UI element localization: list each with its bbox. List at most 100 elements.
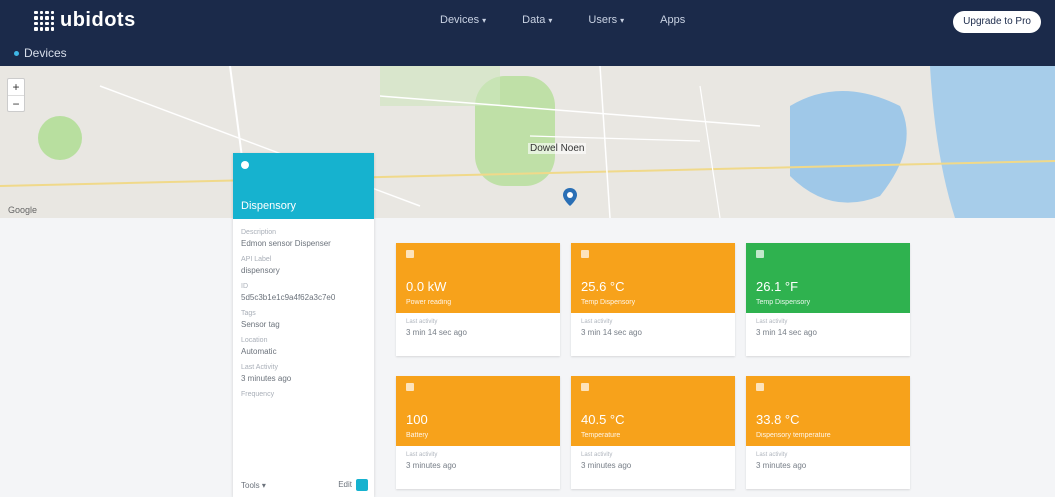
variable-value: 40.5 °C <box>581 412 625 427</box>
tools-dropdown[interactable]: Tools ▾ <box>241 481 266 490</box>
variable-icon <box>756 383 764 391</box>
variable-card[interactable]: 0.0 kW Power reading Last activity 3 min 14… <box>396 243 560 356</box>
variable-name: Temperature <box>581 432 621 439</box>
prop-value: Edmon sensor Dispenser <box>241 239 331 248</box>
map-place-label: Dowel Noen <box>528 143 587 154</box>
prop-last-activity: Last Activity 3 minutes ago <box>241 364 366 383</box>
prop-value: 3 minutes ago <box>241 374 292 383</box>
variable-card[interactable]: 33.8 °C Dispensory temperature Last activi… <box>746 376 910 489</box>
variable-card-header: 40.5 °C Temperature <box>571 376 735 446</box>
upgrade-button[interactable]: Upgrade to Pro <box>953 11 1041 33</box>
variable-icon <box>406 250 414 258</box>
variable-value: 100 <box>406 412 428 427</box>
breadcrumb-label: Devices <box>24 46 67 60</box>
last-activity-value: 3 minutes ago <box>756 461 807 470</box>
device-name: Dispensory <box>241 200 297 212</box>
device-footer: Tools ▾ Edit <box>241 479 368 491</box>
edit-control[interactable]: Edit <box>338 479 368 491</box>
zoom-out-button[interactable]: − <box>8 95 24 111</box>
device-info-card: Dispensory Description Edmon sensor Dispe… <box>233 153 374 497</box>
nav-label: Data <box>522 14 546 26</box>
zoom-in-button[interactable]: + <box>8 79 24 95</box>
variable-value: 25.6 °C <box>581 279 625 294</box>
variable-icon <box>581 383 589 391</box>
prop-label: Description <box>241 229 277 236</box>
last-activity-label: Last activity <box>756 319 788 325</box>
variable-card-header: 0.0 kW Power reading <box>396 243 560 313</box>
last-activity-label: Last activity <box>406 319 438 325</box>
nav-label: Devices <box>440 14 480 26</box>
device-header: Dispensory <box>233 153 374 219</box>
prop-tags[interactable]: Tags Sensor tag <box>241 310 366 329</box>
last-activity-label: Last activity <box>581 319 613 325</box>
variable-card-header: 100 Battery <box>396 376 560 446</box>
nav-label: Apps <box>660 14 686 26</box>
variable-name: Power reading <box>406 299 452 306</box>
map-zoom-control: + − <box>7 78 25 112</box>
prop-label: Frequency <box>241 391 275 398</box>
chevron-down-icon: ▾ <box>261 480 266 490</box>
variable-icon <box>406 383 414 391</box>
variable-name: Temp Dispensory <box>756 299 811 306</box>
edit-label: Edit <box>338 480 352 490</box>
prop-api-label[interactable]: API Label dispensory <box>241 256 366 275</box>
variable-icon <box>756 250 764 258</box>
variable-name: Battery <box>406 432 429 439</box>
prop-label: ID <box>241 283 248 290</box>
variable-card-footer: Last activity 3 min 14 sec ago <box>571 313 735 343</box>
variable-card-header: 25.6 °C Temp Dispensory <box>571 243 735 313</box>
variable-value: 26.1 °F <box>756 279 799 294</box>
prop-value: Sensor tag <box>241 320 280 329</box>
variable-card-footer: Last activity 3 min 14 sec ago <box>396 313 560 343</box>
variable-card-header: 26.1 °F Temp Dispensory <box>746 243 910 313</box>
main-nav: Devices ▾ Data ▾ Users ▾ Apps <box>440 14 685 26</box>
chevron-down-icon: ▾ <box>548 16 553 25</box>
variable-card[interactable]: 25.6 °C Temp Dispensory Last activity 3 min… <box>571 243 735 356</box>
map-provider-logo: Google <box>8 205 38 215</box>
last-activity-label: Last activity <box>406 452 438 458</box>
variable-value: 33.8 °C <box>756 412 800 427</box>
variable-name: Temp Dispensory <box>581 299 636 306</box>
nav-item-devices[interactable]: Devices ▾ <box>440 14 486 26</box>
device-properties: Description Edmon sensor Dispenser API La… <box>233 219 374 398</box>
prop-location[interactable]: Location Automatic <box>241 337 366 356</box>
nav-row: ubidots Devices ▾ Data ▾ Users ▾ Apps Upgra… <box>0 0 1055 42</box>
prop-value: Automatic <box>241 347 277 356</box>
logo-grid-icon <box>34 10 54 31</box>
chevron-down-icon: ▾ <box>482 16 487 25</box>
prop-label: Location <box>241 337 268 344</box>
logo-text: ubidots <box>60 9 136 31</box>
prop-description[interactable]: Description Edmon sensor Dispenser <box>241 229 366 248</box>
prop-id: ID 5d5c3b1e1c9a4f62a3c7e0 <box>241 283 366 302</box>
edit-icon[interactable] <box>356 479 368 491</box>
last-activity-value: 3 minutes ago <box>581 461 632 470</box>
chevron-down-icon: ▾ <box>620 16 625 25</box>
nav-item-data[interactable]: Data ▾ <box>522 14 552 26</box>
prop-frequency[interactable]: Frequency <box>241 391 366 398</box>
last-activity-label: Last activity <box>581 452 613 458</box>
variable-card[interactable]: 40.5 °C Temperature Last activity 3 minutes… <box>571 376 735 489</box>
bullet-icon <box>14 50 19 56</box>
prop-label: Tags <box>241 310 256 317</box>
location-pin-icon[interactable] <box>563 188 577 206</box>
nav-item-apps[interactable]: Apps <box>660 14 685 26</box>
nav-item-users[interactable]: Users ▾ <box>588 14 624 26</box>
ubidots-logo[interactable]: ubidots <box>34 9 136 32</box>
variable-value: 0.0 kW <box>406 279 447 294</box>
prop-value: 5d5c3b1e1c9a4f62a3c7e0 <box>241 293 336 302</box>
top-navigation-bar: ubidots Devices ▾ Data ▾ Users ▾ Apps Upgra… <box>0 0 1055 66</box>
tools-label: Tools <box>241 480 260 490</box>
last-activity-label: Last activity <box>756 452 788 458</box>
device-icon <box>241 161 249 169</box>
variable-card-footer: Last activity 3 minutes ago <box>396 446 560 476</box>
map-graphic <box>0 66 1055 218</box>
variable-card-footer: Last activity 3 minutes ago <box>746 446 910 476</box>
breadcrumb[interactable]: Devices <box>14 46 67 60</box>
variable-card-footer: Last activity 3 minutes ago <box>571 446 735 476</box>
variable-card[interactable]: 100 Battery Last activity 3 minutes ago <box>396 376 560 489</box>
device-map[interactable] <box>0 66 1055 218</box>
variable-name: Dispensory temperature <box>756 432 831 439</box>
variable-card-footer: Last activity 3 min 14 sec ago <box>746 313 910 343</box>
variable-card-header: 33.8 °C Dispensory temperature <box>746 376 910 446</box>
variable-card[interactable]: 26.1 °F Temp Dispensory Last activity 3 min… <box>746 243 910 356</box>
